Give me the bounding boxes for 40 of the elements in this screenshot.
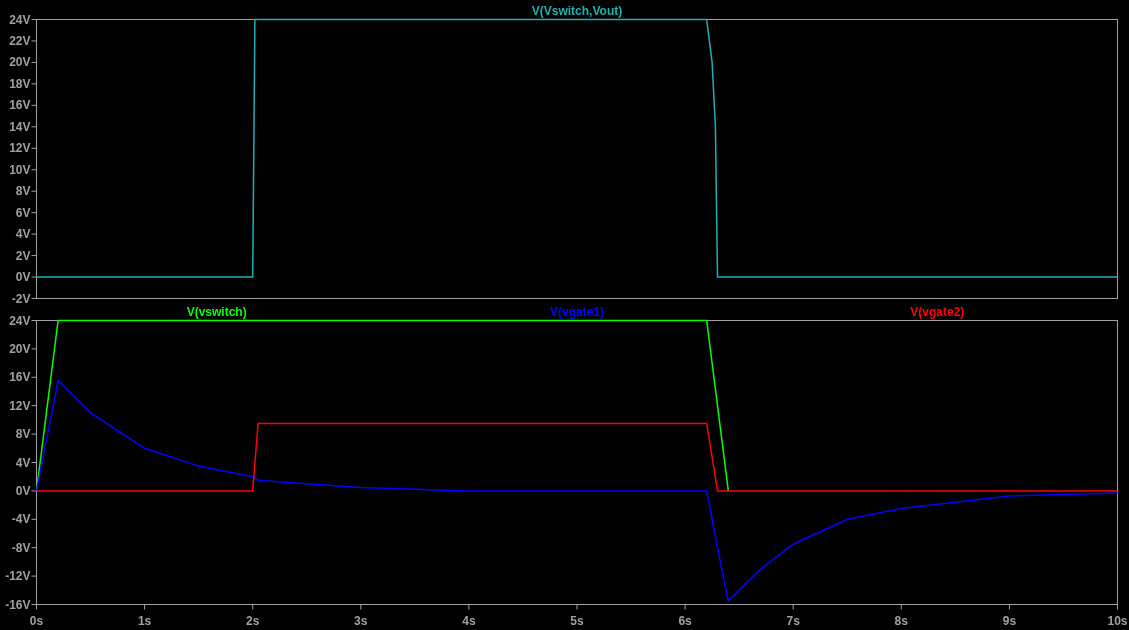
y-tick-label: -2V — [11, 291, 31, 306]
x-tick-label: 7s — [786, 613, 800, 628]
x-tick-label: 8s — [894, 613, 908, 628]
y-tick-label: 12V — [9, 398, 31, 413]
x-tick-label: 2s — [246, 613, 260, 628]
y-tick-label: 16V — [9, 370, 31, 385]
x-tick-label: 0s — [29, 613, 44, 628]
x-tick-label: 1s — [137, 613, 152, 628]
y-tick-label: 8V — [15, 427, 31, 442]
y-tick-label: 14V — [9, 119, 31, 134]
x-tick-label: 10s — [1107, 613, 1128, 628]
y-tick-label: -12V — [5, 569, 31, 584]
trace-label: V(vgate2) — [910, 306, 965, 319]
y-tick-label: -8V — [11, 540, 31, 555]
x-tick-label: 5s — [570, 613, 584, 628]
y-tick-label: 16V — [9, 98, 31, 113]
y-tick-label: 20V — [9, 55, 31, 70]
x-tick-label: 3s — [354, 613, 368, 628]
y-tick-label: 6V — [15, 205, 31, 220]
y-tick-label: -16V — [5, 597, 31, 612]
x-tick-label: 9s — [1002, 613, 1017, 628]
y-tick-label: -4V — [11, 512, 31, 527]
y-tick-label: 22V — [9, 33, 31, 48]
trace-label: V(Vswitch,Vout) — [531, 3, 623, 18]
y-tick-label: 10V — [9, 162, 31, 177]
y-tick-label: 20V — [9, 341, 31, 356]
y-tick-label: 18V — [9, 76, 31, 91]
y-tick-label: 8V — [15, 184, 31, 199]
y-tick-label: 12V — [9, 141, 31, 156]
trace-label: V(vgate1) — [550, 306, 604, 319]
y-tick-label: 0V — [15, 270, 31, 285]
trace-label: V(vswitch) — [186, 306, 247, 319]
y-tick-label: 4V — [15, 227, 31, 242]
y-tick-label: 24V — [9, 313, 31, 328]
y-tick-label: 24V — [9, 12, 31, 27]
y-tick-label: 2V — [15, 248, 31, 263]
y-tick-label: 0V — [15, 483, 31, 498]
y-tick-label: 4V — [15, 455, 31, 470]
x-tick-label: 6s — [678, 613, 692, 628]
x-tick-label: 4s — [462, 613, 476, 628]
